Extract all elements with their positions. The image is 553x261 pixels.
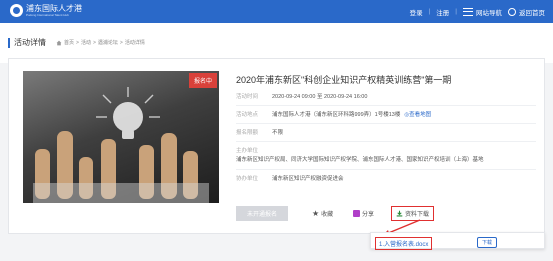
event-time-row: 活动时间 2020-09-24 09:00 至 2020-09-24 16:00 xyxy=(236,93,367,102)
breadcrumb-home[interactable]: 首页 xyxy=(64,39,74,46)
event-title: 2020年浦东新区"科创企业知识产权精英训练营"第一期 xyxy=(236,75,452,85)
site-logo[interactable]: 浦东国际人才港 Pudong International Talent Hub xyxy=(10,4,82,17)
breadcrumb-activity[interactable]: 活动 xyxy=(81,39,91,46)
site-nav-label: 网站导航 xyxy=(476,9,502,17)
event-location-row: 活动地点 浦东国际人才港（浦东新区环科路999弄）1号楼13楼 ◎查看地图 xyxy=(236,111,431,120)
menu-icon xyxy=(463,7,473,16)
page-title: 活动详情 xyxy=(14,38,46,47)
header-nav: 登录 | 注册 | 网站导航 返回首页 xyxy=(410,0,545,23)
star-icon: ★ xyxy=(312,209,320,218)
time-value: 2020-09-24 09:00 至 2020-09-24 16:00 xyxy=(272,94,368,100)
back-home-button[interactable]: 返回首页 xyxy=(508,7,545,17)
logo-subtitle: Pudong International Talent Hub xyxy=(26,13,69,17)
breadcrumb-separator: > xyxy=(76,39,79,46)
divider xyxy=(236,169,536,170)
view-map-label: 查看地图 xyxy=(409,112,432,118)
location-value: 浦东国际人才港（浦东新区环科路999弄）1号楼13楼 xyxy=(272,112,401,118)
page-header: 活动详情 首页 > 活动 > 遇浦论坛 > 活动详情 xyxy=(0,23,553,63)
breadcrumb-separator: > xyxy=(92,39,96,46)
time-label: 活动时间 xyxy=(236,94,259,100)
nav-separator: | xyxy=(455,8,457,15)
favorite-button[interactable]: ★ 收藏 xyxy=(312,206,333,221)
file-link[interactable]: 1.入营报名表.docx xyxy=(375,237,433,250)
co-organizer-value: 浦东新区知识产权融资促进会 xyxy=(272,176,344,182)
top-navigation-bar: 浦东国际人才港 Pudong International Talent Hub … xyxy=(0,0,553,23)
share-button[interactable]: 分享 xyxy=(353,206,374,221)
co-organizer-label: 协办单位 xyxy=(236,176,259,182)
nav-separator: | xyxy=(428,8,431,15)
home-icon xyxy=(508,7,516,16)
breadcrumb-forum[interactable]: 遇浦论坛 xyxy=(98,39,118,46)
download-label: 资料下载 xyxy=(405,212,430,218)
back-home-label: 返回首页 xyxy=(519,9,545,17)
limit-value: 不限 xyxy=(272,130,284,136)
view-map-link[interactable]: ◎查看地图 xyxy=(404,112,431,118)
share-label: 分享 xyxy=(362,212,375,218)
favorite-label: 收藏 xyxy=(321,212,334,218)
home-icon xyxy=(56,40,62,45)
divider xyxy=(236,141,536,142)
event-co-organizer-row: 协办单位 浦东新区知识产权融资促进会 xyxy=(236,175,344,184)
share-icon xyxy=(353,210,360,217)
event-limit-row: 报名限额 不限 xyxy=(236,129,283,138)
download-popup: 1.入营报名表.docx 下载 xyxy=(370,232,545,250)
download-icon xyxy=(396,210,403,217)
event-card: 报名中 2020年浦东新区"科创企业知识产权精英训练营"第一期 活动时间 2020… xyxy=(8,58,545,234)
breadcrumb: 首页 > 活动 > 遇浦论坛 > 活动详情 xyxy=(56,39,145,46)
logo-icon xyxy=(10,4,23,17)
organizer-label: 主办单位 xyxy=(236,148,259,154)
breadcrumb-separator: > xyxy=(119,39,123,46)
signup-button[interactable]: 未开通报名 xyxy=(236,206,288,221)
event-image: 报名中 xyxy=(23,71,219,203)
organizer-value: 浦东新区知识产权局、同济大学国际知识产权学院、浦东国际人才港、国家知识产权培训（… xyxy=(236,157,484,163)
divider xyxy=(236,105,536,106)
title-accent-bar xyxy=(8,38,10,48)
login-link[interactable]: 登录 xyxy=(410,7,423,17)
event-organizer-row: 主办单位浦东新区知识产权局、同济大学国际知识产权学院、浦东国际人才港、国家知识产… xyxy=(236,147,544,165)
raised-hands-lightbulb-image xyxy=(33,87,209,203)
site-nav-button[interactable]: 网站导航 xyxy=(463,7,502,17)
register-link[interactable]: 注册 xyxy=(436,7,449,17)
location-label: 活动地点 xyxy=(236,112,259,118)
limit-label: 报名限额 xyxy=(236,130,259,136)
divider xyxy=(236,123,536,124)
registration-status-badge: 报名中 xyxy=(188,73,217,88)
breadcrumb-current: 活动详情 xyxy=(124,40,145,46)
file-download-button[interactable]: 下载 xyxy=(477,237,498,248)
logo-text: 浦东国际人才港 xyxy=(26,4,82,13)
